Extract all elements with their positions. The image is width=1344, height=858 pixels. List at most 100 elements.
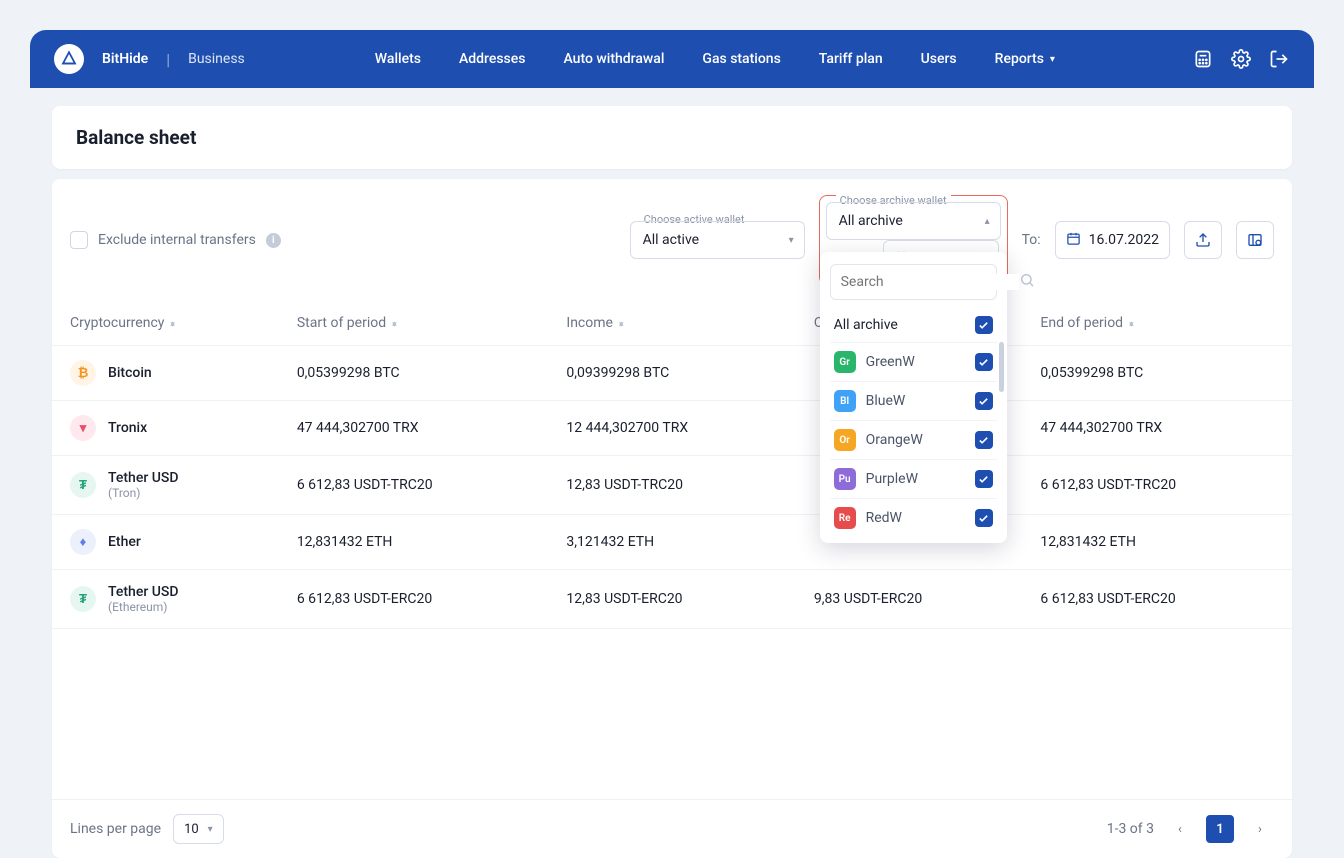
crypto-sub: (Tron) (108, 486, 179, 500)
exclude-checkbox[interactable] (70, 231, 88, 249)
dropdown-wallet[interactable]: Re RedW (830, 499, 997, 537)
dropdown-search[interactable] (830, 264, 997, 300)
calendar-icon (1066, 231, 1081, 250)
checkbox-checked[interactable] (975, 470, 993, 488)
dropdown-wallet[interactable]: Pu PurpleW (830, 460, 997, 499)
crypto-name: Tether USD (108, 584, 179, 600)
info-icon[interactable]: i (266, 233, 281, 248)
cell-start: 0,05399298 BTC (279, 346, 549, 401)
title-card: Balance sheet (52, 106, 1292, 169)
archive-dropdown: All archive Gr GreenW Bl BlueW Or Orange… (820, 252, 1007, 543)
nav-gas-stations[interactable]: Gas stations (702, 51, 780, 67)
cell-start: 6 612,83 USDT-TRC20 (279, 456, 549, 515)
dropdown-all[interactable]: All archive (830, 308, 997, 343)
table-header: Cryptocurrency Start of period Income Ou… (52, 301, 1292, 346)
scrollbar[interactable] (999, 342, 1004, 392)
table-row: ₮ Tether USD (Tron) 6 612,83 USDT-TRC20 … (52, 456, 1292, 515)
active-wallet-select[interactable]: Choose active wallet All active ▾ (630, 221, 805, 259)
nav-wallets[interactable]: Wallets (375, 51, 421, 67)
to-label: To: (1022, 232, 1041, 248)
col-crypto[interactable]: Cryptocurrency (52, 301, 279, 346)
dropdown-wallet[interactable]: Or OrangeW (830, 421, 997, 460)
cell-income: 3,121432 ETH (548, 515, 796, 570)
col-start[interactable]: Start of period (279, 301, 549, 346)
nav-tariff-plan[interactable]: Tariff plan (819, 51, 883, 67)
prev-page[interactable]: ‹ (1166, 815, 1194, 843)
cell-outcome: 9,83 USDT-ERC20 (796, 570, 1022, 629)
lines-label: Lines per page (70, 821, 161, 837)
export-button[interactable] (1184, 221, 1222, 259)
nav-users[interactable]: Users (921, 51, 957, 67)
cell-income: 12 444,302700 TRX (548, 401, 796, 456)
balance-table: Cryptocurrency Start of period Income Ou… (52, 301, 1292, 629)
chevron-down-icon: ▾ (208, 824, 213, 835)
archive-wallet-select[interactable]: Choose archive wallet All archive ▴ (826, 202, 1001, 240)
checkbox-checked[interactable] (975, 316, 993, 334)
sort-icon (170, 322, 175, 328)
wallet-badge: Bl (834, 390, 856, 412)
table-row: ▾ Tronix 47 444,302700 TRX 12 444,302700… (52, 401, 1292, 456)
calculator-icon[interactable] (1192, 48, 1214, 70)
cell-start: 47 444,302700 TRX (279, 401, 549, 456)
cell-end: 6 612,83 USDT-TRC20 (1022, 456, 1292, 515)
chevron-down-icon: ▾ (789, 235, 794, 246)
crypto-sub: (Ethereum) (108, 600, 179, 614)
filter-bar: Exclude internal transfers i Choose acti… (52, 179, 1292, 301)
cell-end: 12,831432 ETH (1022, 515, 1292, 570)
wallet-badge: Gr (834, 351, 856, 373)
crypto-name: Tether USD (108, 470, 179, 486)
sort-icon (392, 322, 397, 328)
nav-reports[interactable]: Reports ▾ (995, 51, 1055, 67)
nav-auto-withdrawal[interactable]: Auto withdrawal (563, 51, 664, 67)
sort-icon (619, 322, 624, 328)
sort-icon (1129, 322, 1134, 328)
pager: Lines per page 10 ▾ 1-3 of 3 ‹ 1 › (52, 799, 1292, 858)
logout-icon[interactable] (1268, 48, 1290, 70)
col-income[interactable]: Income (548, 301, 796, 346)
checkbox-checked[interactable] (975, 431, 993, 449)
wallet-name: OrangeW (866, 432, 923, 448)
cell-income: 12,83 USDT-TRC20 (548, 456, 796, 515)
wallet-name: PurpleW (866, 471, 918, 487)
wallet-name: GreenW (866, 354, 915, 370)
cell-end: 0,05399298 BTC (1022, 346, 1292, 401)
settings-icon[interactable] (1230, 48, 1252, 70)
page-current[interactable]: 1 (1206, 815, 1234, 843)
checkbox-checked[interactable] (975, 509, 993, 527)
wallet-badge: Or (834, 429, 856, 451)
lines-select[interactable]: 10 ▾ (173, 814, 224, 844)
cell-start: 6 612,83 USDT-ERC20 (279, 570, 549, 629)
next-page[interactable]: › (1246, 815, 1274, 843)
dropdown-wallet[interactable]: Bl BlueW (830, 382, 997, 421)
cell-income: 0,09399298 BTC (548, 346, 796, 401)
cell-end: 6 612,83 USDT-ERC20 (1022, 570, 1292, 629)
wallet-name: BlueW (866, 393, 906, 409)
columns-button[interactable] (1236, 221, 1274, 259)
main-card: Exclude internal transfers i Choose acti… (52, 179, 1292, 858)
crypto-icon: ₿ (70, 360, 96, 386)
crypto-name: Tronix (108, 420, 147, 436)
brand-name: BitHide (102, 51, 148, 67)
cell-start: 12,831432 ETH (279, 515, 549, 570)
search-icon (1019, 272, 1035, 292)
crypto-name: Bitcoin (108, 365, 152, 381)
nav-addresses[interactable]: Addresses (459, 51, 526, 67)
table-row: ₿ Bitcoin 0,05399298 BTC 0,09399298 BTC … (52, 346, 1292, 401)
crypto-icon: ▾ (70, 415, 96, 441)
exclude-label: Exclude internal transfers (98, 232, 256, 248)
search-input[interactable] (841, 274, 1019, 290)
crypto-icon: ₮ (70, 586, 96, 612)
page-title: Balance sheet (76, 126, 1268, 149)
col-end[interactable]: End of period (1022, 301, 1292, 346)
dropdown-wallet[interactable]: Gr GreenW (830, 343, 997, 382)
main-nav: Wallets Addresses Auto withdrawal Gas st… (375, 51, 1055, 67)
crypto-name: Ether (108, 534, 141, 550)
to-date[interactable]: 16.07.2022 (1055, 221, 1170, 259)
page-info: 1-3 of 3 (1107, 821, 1154, 837)
checkbox-checked[interactable] (975, 353, 993, 371)
brand-sub: Business (188, 51, 245, 67)
checkbox-checked[interactable] (975, 392, 993, 410)
wallet-badge: Pu (834, 468, 856, 490)
chevron-down-icon: ▾ (1050, 54, 1055, 65)
chevron-up-icon: ▴ (985, 216, 990, 227)
